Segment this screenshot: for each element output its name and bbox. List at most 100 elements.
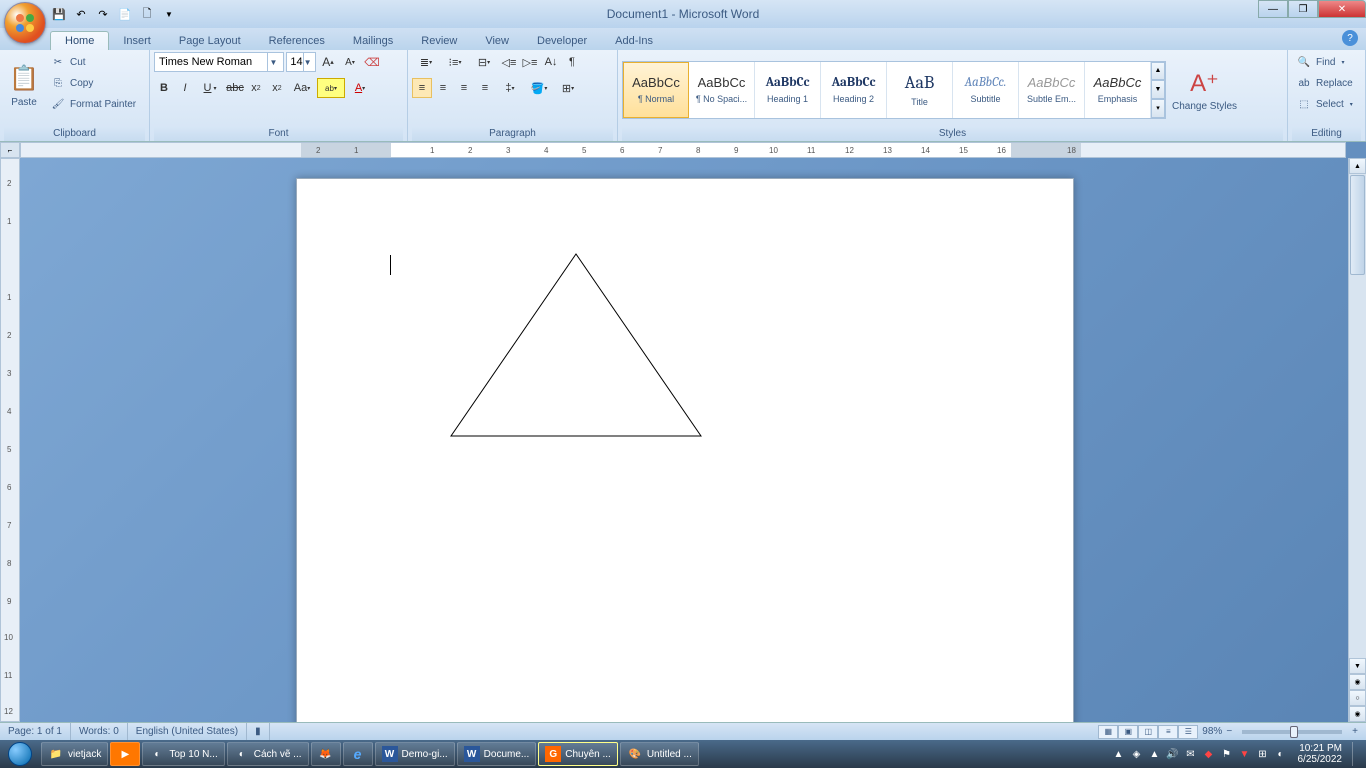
task-item[interactable]: GChuyên ... <box>538 742 618 766</box>
save-button[interactable]: 💾 <box>50 5 68 23</box>
outline-button[interactable]: ≡ <box>1158 725 1178 739</box>
tab-developer[interactable]: Developer <box>523 32 601 50</box>
web-layout-button[interactable]: ◫ <box>1138 725 1158 739</box>
status-macro[interactable]: ▮ <box>247 723 270 740</box>
increase-indent-button[interactable]: ▷≡ <box>520 52 540 72</box>
format-painter-button[interactable]: 🖌Format Painter <box>46 94 140 114</box>
tab-mailings[interactable]: Mailings <box>339 32 407 50</box>
tray-icon[interactable]: ◈ <box>1130 747 1144 761</box>
tab-view[interactable]: View <box>471 32 523 50</box>
next-page-button[interactable]: ◉ <box>1349 706 1366 722</box>
qat-btn[interactable]: 📄 <box>116 5 134 23</box>
status-page[interactable]: Page: 1 of 1 <box>0 723 71 740</box>
font-color-button[interactable]: A▾ <box>346 78 374 98</box>
select-button[interactable]: ⬚Select▾ <box>1292 94 1357 114</box>
scroll-down-button[interactable]: ▼ <box>1349 658 1366 674</box>
print-layout-button[interactable]: ▦ <box>1098 725 1118 739</box>
ruler-horizontal[interactable]: 2 1 1 2 3 4 5 6 7 8 9 10 11 12 13 14 15 … <box>20 142 1346 158</box>
styles-scroll[interactable]: ▲▼▾ <box>1151 62 1165 118</box>
bullets-button[interactable]: ≣▾ <box>412 52 440 72</box>
style-title[interactable]: AaBTitle <box>887 62 953 118</box>
numbering-button[interactable]: ⁝≡▾ <box>441 52 469 72</box>
tray-icon[interactable]: ✉ <box>1184 747 1198 761</box>
tray-icon[interactable]: ⚑ <box>1220 747 1234 761</box>
tab-insert[interactable]: Insert <box>109 32 165 50</box>
task-item[interactable]: e <box>343 742 373 766</box>
ruler-vertical[interactable]: 2 1 1 2 3 4 5 6 7 8 9 10 11 12 <box>0 158 20 722</box>
scroll-thumb[interactable] <box>1350 175 1365 275</box>
minimize-button[interactable]: — <box>1258 0 1288 18</box>
draft-button[interactable]: ☰ <box>1178 725 1198 739</box>
tab-page-layout[interactable]: Page Layout <box>165 32 255 50</box>
document-page[interactable] <box>296 178 1074 722</box>
maximize-button[interactable]: ❐ <box>1288 0 1318 18</box>
tray-icon[interactable]: ◆ <box>1202 747 1216 761</box>
superscript-button[interactable]: x2 <box>267 78 287 98</box>
tray-icon[interactable]: ⊞ <box>1256 747 1270 761</box>
office-button[interactable] <box>4 2 46 44</box>
qat-dropdown[interactable]: ▼ <box>160 5 178 23</box>
tray-icon[interactable]: ◐ <box>1274 747 1288 761</box>
task-item[interactable]: WDocume... <box>457 742 537 766</box>
close-button[interactable]: ✕ <box>1318 0 1366 18</box>
status-words[interactable]: Words: 0 <box>71 723 128 740</box>
qat-btn[interactable]: 🗋 <box>138 5 156 23</box>
strikethrough-button[interactable]: abc <box>225 78 245 98</box>
replace-button[interactable]: abReplace <box>1292 73 1357 93</box>
align-right-button[interactable]: ≡ <box>454 78 474 98</box>
clear-format-button[interactable]: ⌫ <box>362 52 382 72</box>
find-button[interactable]: 🔍Find▾ <box>1292 52 1357 72</box>
zoom-level[interactable]: 98% <box>1202 726 1222 737</box>
style-subtitle[interactable]: AaBbCc.Subtitle <box>953 62 1019 118</box>
multilevel-button[interactable]: ⊟▾ <box>470 52 498 72</box>
full-screen-button[interactable]: ▣ <box>1118 725 1138 739</box>
scroll-up-button[interactable]: ▲ <box>1349 158 1366 174</box>
show-desktop-button[interactable] <box>1352 742 1360 766</box>
italic-button[interactable]: I <box>175 78 195 98</box>
task-item[interactable]: ◐Cách vẽ ... <box>227 742 309 766</box>
browse-button[interactable]: ○ <box>1349 690 1366 706</box>
justify-button[interactable]: ≡ <box>475 78 495 98</box>
scrollbar-vertical[interactable]: ▲ ▼ ◉ ○ ◉ <box>1348 158 1366 722</box>
grow-font-button[interactable]: A▴ <box>318 52 338 72</box>
volume-icon[interactable]: 🔊 <box>1166 747 1180 761</box>
change-styles-button[interactable]: A⁺ Change Styles <box>1168 57 1241 123</box>
shading-button[interactable]: 🪣▾ <box>525 78 553 98</box>
triangle-shape[interactable] <box>449 252 703 438</box>
zoom-in-button[interactable]: + <box>1352 726 1358 737</box>
borders-button[interactable]: ⊞▾ <box>554 78 582 98</box>
cut-button[interactable]: ✂Cut <box>46 52 140 72</box>
shrink-font-button[interactable]: A▾ <box>340 52 360 72</box>
help-button[interactable]: ? <box>1342 30 1358 46</box>
status-language[interactable]: English (United States) <box>128 723 247 740</box>
font-name-select[interactable]: Times New Roman▼ <box>154 52 284 72</box>
prev-page-button[interactable]: ◉ <box>1349 674 1366 690</box>
tab-addins[interactable]: Add-Ins <box>601 32 667 50</box>
tab-review[interactable]: Review <box>407 32 471 50</box>
line-spacing-button[interactable]: ‡▾ <box>496 78 524 98</box>
task-item[interactable]: WDemo-gi... <box>375 742 455 766</box>
task-item[interactable]: 🦊 <box>311 742 341 766</box>
ruler-corner[interactable]: ⌐ <box>0 142 20 158</box>
bold-button[interactable]: B <box>154 78 174 98</box>
show-marks-button[interactable]: ¶ <box>562 52 582 72</box>
tray-icon[interactable]: ▲ <box>1148 747 1162 761</box>
clock[interactable]: 10:21 PM 6/25/2022 <box>1292 743 1349 765</box>
style-subtle-emphasis[interactable]: AaBbCcSubtle Em... <box>1019 62 1085 118</box>
style-normal[interactable]: AaBbCc¶ Normal <box>623 62 689 118</box>
subscript-button[interactable]: x2 <box>246 78 266 98</box>
task-item[interactable]: 🎨Untitled ... <box>620 742 699 766</box>
tab-home[interactable]: Home <box>50 31 109 50</box>
underline-button[interactable]: U▾ <box>196 78 224 98</box>
decrease-indent-button[interactable]: ◁≡ <box>499 52 519 72</box>
align-left-button[interactable]: ≡ <box>412 78 432 98</box>
task-item[interactable]: ▶ <box>110 742 140 766</box>
align-center-button[interactable]: ≡ <box>433 78 453 98</box>
style-heading-2[interactable]: AaBbCcHeading 2 <box>821 62 887 118</box>
zoom-thumb[interactable] <box>1290 726 1298 738</box>
zoom-slider[interactable] <box>1242 730 1342 734</box>
zoom-out-button[interactable]: − <box>1226 726 1232 737</box>
tray-icon[interactable]: ▼ <box>1238 747 1252 761</box>
highlight-button[interactable]: ab▾ <box>317 78 345 98</box>
style-emphasis[interactable]: AaBbCcEmphasis <box>1085 62 1151 118</box>
